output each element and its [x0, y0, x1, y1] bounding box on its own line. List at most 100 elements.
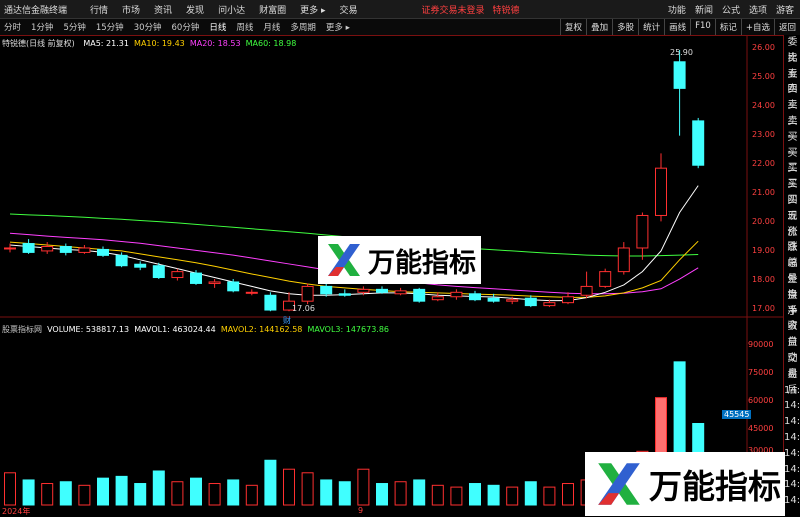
- side-item[interactable]: 卖五: [784, 51, 800, 80]
- side-item[interactable]: 14:56: [784, 414, 800, 430]
- price-tick: 26.00: [752, 43, 775, 52]
- price-tick: 23.00: [752, 130, 775, 139]
- side-item[interactable]: 买五: [784, 193, 800, 222]
- volume-bar: [190, 477, 202, 506]
- volume-bar: [320, 479, 333, 506]
- candle-body: [22, 243, 35, 253]
- side-item[interactable]: 总量: [784, 256, 800, 285]
- menu-item[interactable]: 问小达: [218, 3, 245, 16]
- period-tab[interactable]: 30分钟: [134, 21, 162, 33]
- candle-body: [450, 291, 463, 298]
- event-marker[interactable]: 财: [283, 315, 291, 326]
- toolbar-button[interactable]: 叠加: [586, 19, 612, 35]
- volume-bar: [134, 483, 147, 506]
- candle-body: [562, 296, 574, 304]
- candle-body: [320, 285, 333, 295]
- period-tab-active[interactable]: 日线: [209, 21, 226, 33]
- volume-bar: [171, 481, 184, 506]
- period-tab[interactable]: 更多 ▸: [326, 21, 350, 33]
- price-tick: 21.00: [752, 188, 775, 197]
- volume-bar: [431, 484, 444, 506]
- side-item[interactable]: 外盘: [784, 272, 800, 301]
- volume-bar: [22, 479, 35, 506]
- side-item[interactable]: 买三: [784, 161, 800, 190]
- candle-body: [338, 293, 351, 296]
- candle-body: [134, 263, 147, 268]
- side-item[interactable]: 卖一: [784, 114, 800, 143]
- side-item[interactable]: 自动: [784, 335, 800, 364]
- ma20-value: MA20: 18.53: [189, 39, 241, 48]
- toolbar-button[interactable]: 返回: [773, 19, 800, 35]
- login-status[interactable]: 证券交易未登录: [422, 3, 485, 16]
- period-tab[interactable]: 1分钟: [31, 21, 53, 33]
- period-tab[interactable]: 60分钟: [172, 21, 200, 33]
- menu-item[interactable]: 发现: [186, 3, 204, 16]
- period-tab[interactable]: 多周期: [290, 21, 316, 33]
- toolbar-button[interactable]: 画线: [664, 19, 690, 35]
- period-tab[interactable]: 15分钟: [96, 21, 124, 33]
- menu-item[interactable]: 功能: [668, 3, 686, 16]
- period-toolbar: 分时 1分钟 5分钟 15分钟 30分钟 60分钟 日线 周线 月线 多周期 更…: [0, 19, 800, 36]
- side-item[interactable]: 14:57: [784, 493, 800, 509]
- period-tab[interactable]: 分时: [4, 21, 21, 33]
- side-item[interactable]: 委比: [784, 35, 800, 64]
- volume-bar: [115, 475, 128, 506]
- side-item[interactable]: 盘后: [784, 367, 800, 396]
- volume-bar: [524, 481, 537, 506]
- side-item[interactable]: 现价: [784, 209, 800, 238]
- side-item[interactable]: 换手: [784, 288, 800, 317]
- volume-bar: [338, 481, 351, 506]
- toolbar-button[interactable]: 统计: [638, 19, 664, 35]
- menu-item[interactable]: 资讯: [154, 3, 172, 16]
- side-item[interactable]: 交易: [784, 351, 800, 380]
- menu-item[interactable]: 更多 ▸: [300, 3, 325, 16]
- x-axis-label: 2024年: [2, 507, 31, 516]
- candle-body: [413, 288, 426, 302]
- toolbar-button[interactable]: F10: [690, 19, 715, 35]
- side-item[interactable]: 14:57: [784, 477, 800, 493]
- menu-item[interactable]: 财富圈: [259, 3, 286, 16]
- side-item[interactable]: 收益: [784, 319, 800, 348]
- menu-item[interactable]: 公式: [722, 3, 740, 16]
- menu-item[interactable]: 选项: [749, 3, 767, 16]
- side-item[interactable]: 卖三: [784, 82, 800, 111]
- toolbar-button[interactable]: 多股: [612, 19, 638, 35]
- side-item[interactable]: 卖二: [784, 98, 800, 127]
- side-item[interactable]: 14:56: [784, 398, 800, 414]
- side-item[interactable]: 卖四: [784, 67, 800, 96]
- ma10-value: MA10: 19.43: [134, 39, 185, 48]
- stock-name: 特锐德: [492, 5, 520, 16]
- side-item[interactable]: 买二: [784, 146, 800, 175]
- volume-bar: [152, 470, 165, 506]
- side-item[interactable]: 14:56: [784, 462, 800, 478]
- price-tick: 22.00: [752, 159, 775, 168]
- side-item[interactable]: 涨跌: [784, 225, 800, 254]
- volume-bar: [506, 486, 519, 506]
- side-panel: 委比 卖五 卖四 卖三 卖二 卖一 买一 买二 买三 买四 买五 现价 涨跌 涨…: [783, 35, 800, 516]
- volume-bar: [41, 483, 54, 506]
- period-tab[interactable]: 月线: [263, 21, 280, 33]
- side-item[interactable]: 14:56: [784, 430, 800, 446]
- menu-item[interactable]: 交易: [339, 3, 357, 16]
- period-tab[interactable]: 周线: [236, 21, 253, 33]
- menu-item[interactable]: 新闻: [695, 3, 713, 16]
- side-item[interactable]: 买四: [784, 177, 800, 206]
- volume-bar: [562, 483, 574, 506]
- side-item[interactable]: 14:56: [784, 383, 800, 399]
- side-item[interactable]: 涨幅: [784, 240, 800, 269]
- toolbar-button[interactable]: 标记: [714, 19, 741, 35]
- candle-body: [543, 302, 556, 307]
- menu-item[interactable]: 游客: [776, 3, 794, 16]
- toolbar-button[interactable]: 复权: [560, 19, 586, 35]
- menu-item[interactable]: 行情: [90, 3, 108, 16]
- side-item[interactable]: 净资: [784, 304, 800, 333]
- volume-legend: 股票指标网 VOLUME: 538817.13 MAVOL1: 463024.4…: [2, 324, 389, 335]
- candle-body: [245, 291, 258, 294]
- mavol2-value: MAVOL2: 144162.58: [220, 325, 303, 334]
- menu-item[interactable]: 市场: [122, 3, 140, 16]
- side-item[interactable]: 14:56: [784, 446, 800, 462]
- title-bar: 通达信金融终端 行情 市场 资讯 发现 问小达 财富圈 更多 ▸ 交易 证券交易…: [0, 0, 800, 19]
- period-tab[interactable]: 5分钟: [63, 21, 85, 33]
- side-item[interactable]: 买一: [784, 130, 800, 159]
- toolbar-button[interactable]: +自选: [740, 19, 774, 35]
